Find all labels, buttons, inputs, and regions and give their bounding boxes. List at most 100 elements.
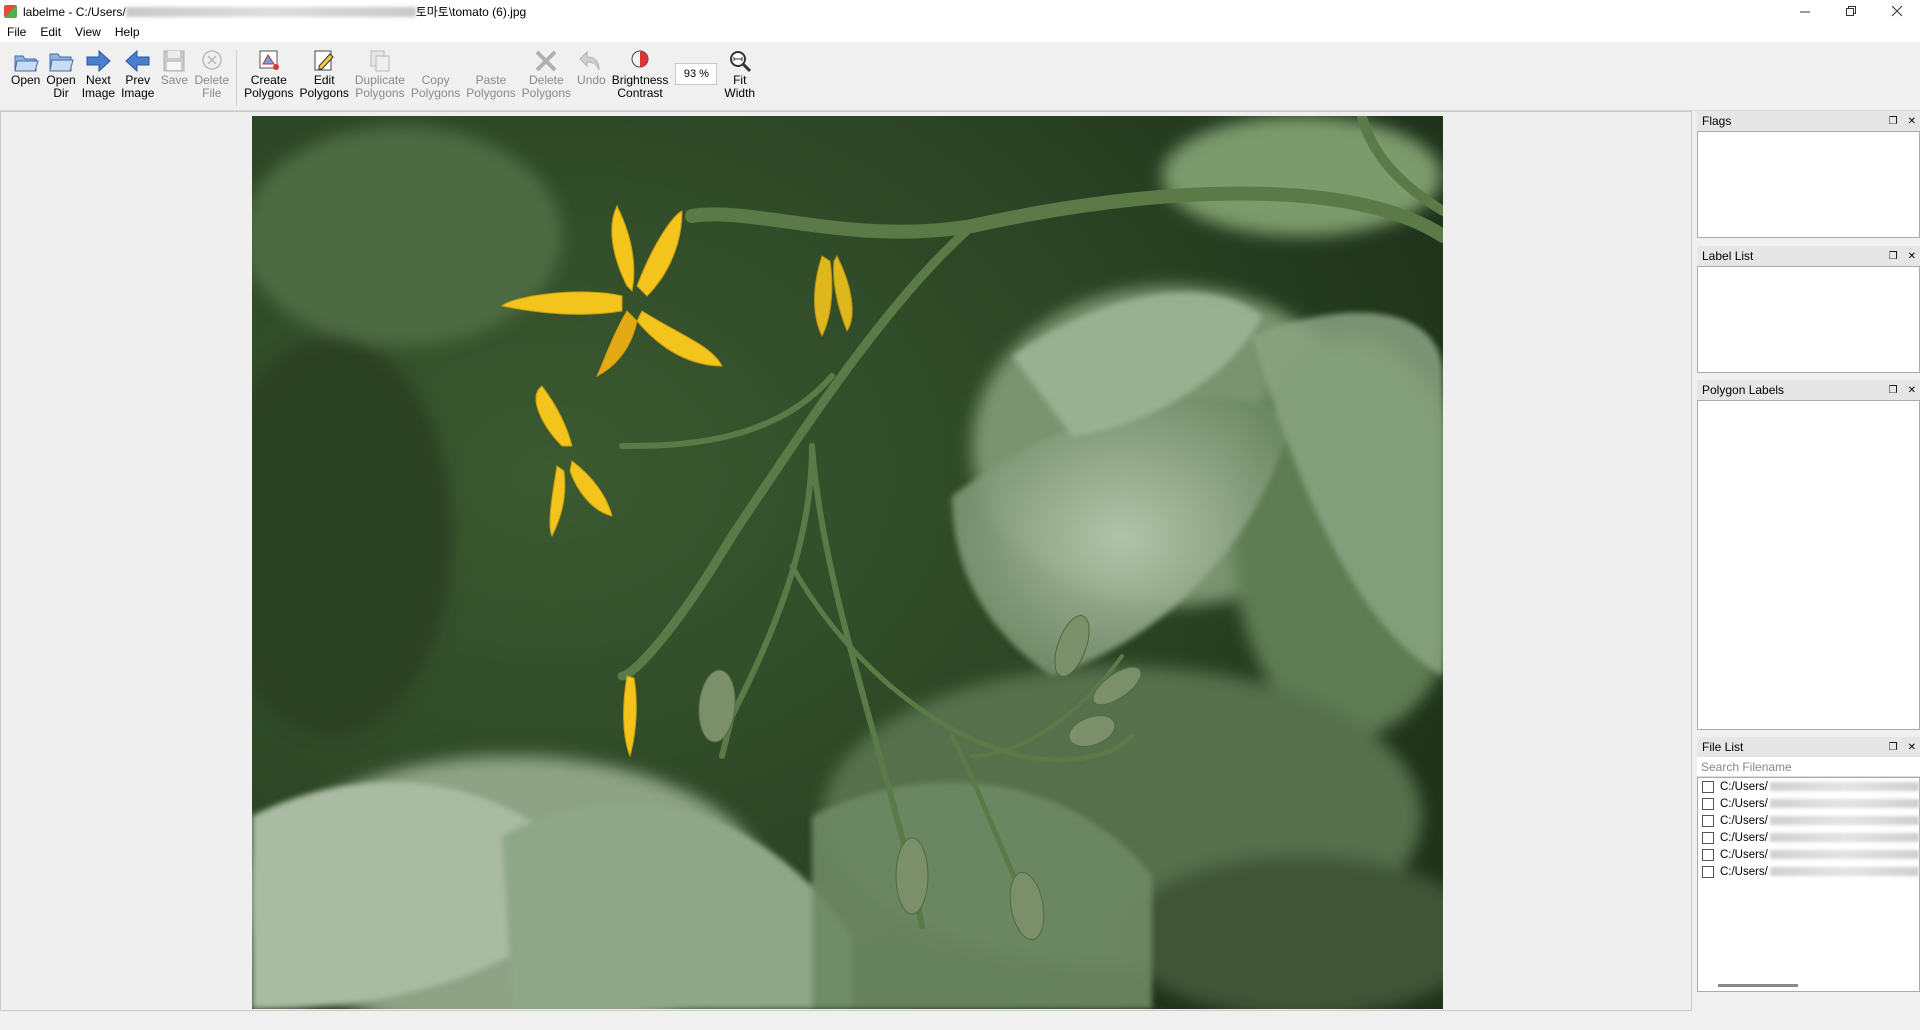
delete-polygons-label: Delete Polygons	[521, 73, 572, 100]
label-list-dock-title: Label List ❐ ✕	[1697, 246, 1920, 266]
duplicate-polygons-label: Duplicate Polygons	[354, 73, 405, 100]
float-icon[interactable]: ❐	[1889, 116, 1898, 127]
file-list[interactable]: C:/Users/ C:/Users/ C:/Users/ C:/Users/ …	[1697, 777, 1920, 992]
menu-file[interactable]: File	[0, 22, 33, 42]
tomato-plant-image	[252, 116, 1443, 1009]
close-icon	[1891, 5, 1902, 16]
close-icon[interactable]: ✕	[1908, 385, 1916, 396]
next-image-button[interactable]: Next Image	[82, 42, 115, 100]
brightness-contrast-label: Brightness Contrast	[611, 73, 669, 100]
close-icon[interactable]: ✕	[1908, 742, 1916, 753]
close-icon[interactable]: ✕	[1908, 251, 1916, 262]
file-checkbox[interactable]	[1702, 848, 1714, 861]
create-polygons-button[interactable]: Create Polygons	[244, 42, 294, 100]
open-label: Open	[11, 73, 41, 87]
flags-dock-title: Flags ❐ ✕	[1697, 111, 1920, 131]
file-path: C:/Users/	[1719, 780, 1768, 793]
edit-polygons-button[interactable]: Edit Polygons	[300, 42, 349, 100]
file-list-item[interactable]: C:/Users/	[1698, 863, 1919, 880]
file-checkbox[interactable]	[1702, 831, 1714, 844]
redacted-path	[1769, 867, 1919, 876]
file-checkbox[interactable]	[1702, 780, 1714, 793]
redacted-path	[1769, 850, 1919, 859]
redacted-path	[1769, 782, 1919, 791]
float-icon[interactable]: ❐	[1889, 742, 1898, 753]
file-list-item[interactable]: C:/Users/	[1698, 829, 1919, 846]
file-list-item[interactable]: C:/Users/	[1698, 812, 1919, 829]
flags-title: Flags	[1702, 114, 1732, 128]
file-checkbox[interactable]	[1702, 865, 1714, 878]
search-filename-input[interactable]	[1697, 757, 1920, 777]
zoom-level-input[interactable]: 93 %	[675, 63, 718, 85]
copy-polygons-button[interactable]: Copy Polygons	[411, 42, 460, 100]
brightness-contrast-button[interactable]: Brightness Contrast	[611, 42, 669, 100]
restore-icon	[1845, 5, 1856, 16]
polygon-labels-list[interactable]	[1697, 400, 1920, 730]
redacted-path	[1769, 833, 1919, 842]
flags-list[interactable]	[1697, 131, 1920, 238]
file-list-item[interactable]: C:/Users/	[1698, 846, 1919, 863]
menu-help[interactable]: Help	[108, 22, 147, 42]
delete-polygons-button[interactable]: Delete Polygons	[522, 42, 571, 100]
title-bar: labelme - C:/Users/토마토\tomato (6).jpg	[0, 0, 1920, 22]
redacted-path	[1769, 799, 1919, 808]
open-button[interactable]: Open	[11, 42, 40, 87]
file-list-item[interactable]: C:/Users/	[1698, 795, 1919, 812]
paste-polygons-button[interactable]: Paste Polygons	[466, 42, 515, 100]
tomato-photo	[252, 116, 1443, 1009]
arrow-left-icon	[125, 49, 150, 73]
save-button[interactable]: Save	[160, 42, 188, 87]
minimize-button[interactable]	[1782, 0, 1828, 22]
delete-file-button[interactable]: Delete File	[194, 42, 229, 100]
undo-label: Undo	[577, 73, 606, 87]
brightness-contrast-icon	[631, 50, 649, 68]
open-dir-label: Open Dir	[46, 73, 76, 100]
toolbar: Open Open Dir Next Image Prev Image Save…	[0, 42, 1920, 111]
label-list[interactable]	[1697, 266, 1920, 373]
horizontal-scrollbar[interactable]	[1718, 984, 1798, 987]
float-icon[interactable]: ❐	[1889, 251, 1898, 262]
file-path: C:/Users/	[1719, 865, 1768, 878]
float-icon[interactable]: ❐	[1889, 385, 1898, 396]
undo-button[interactable]: Undo	[577, 42, 606, 87]
next-image-label: Next Image	[81, 73, 116, 100]
minimize-icon	[1799, 11, 1810, 12]
copy-polygons-label: Copy Polygons	[410, 73, 461, 100]
redacted-path	[125, 7, 416, 18]
file-checkbox[interactable]	[1702, 814, 1714, 827]
undo-icon	[579, 50, 600, 71]
folder-open-icon	[49, 53, 74, 72]
window-title-suffix: 토마토\tomato (6).jpg	[415, 4, 527, 19]
prev-image-label: Prev Image	[121, 73, 155, 100]
arrow-right-icon	[86, 49, 112, 73]
polygon-labels-dock: Polygon Labels ❐ ✕	[1697, 380, 1920, 730]
open-dir-button[interactable]: Open Dir	[46, 42, 76, 100]
file-checkbox[interactable]	[1702, 797, 1714, 810]
prev-image-button[interactable]: Prev Image	[121, 42, 154, 100]
fit-width-label: Fit Width	[724, 73, 756, 100]
paste-polygons-label: Paste Polygons	[466, 73, 516, 100]
file-list-item[interactable]: C:/Users/	[1698, 778, 1919, 795]
close-window-button[interactable]	[1874, 0, 1920, 22]
fit-width-button[interactable]: Fit Width	[724, 42, 755, 100]
label-list-dock: Label List ❐ ✕	[1697, 246, 1920, 373]
menu-view[interactable]: View	[68, 22, 108, 42]
redacted-path	[1769, 816, 1919, 825]
restore-button[interactable]	[1828, 0, 1874, 22]
edit-pencil-icon	[314, 50, 334, 71]
duplicate-polygons-button[interactable]: Duplicate Polygons	[355, 42, 405, 100]
create-polygon-icon	[259, 50, 279, 70]
close-icon[interactable]: ✕	[1908, 116, 1916, 127]
folder-open-icon	[14, 55, 39, 72]
image-canvas[interactable]	[0, 111, 1692, 1011]
label-list-title: Label List	[1702, 249, 1754, 263]
zoom-fit-icon	[729, 51, 751, 73]
file-list-dock: File List ❐ ✕ C:/Users/ C:/Users/ C:/User…	[1697, 737, 1920, 992]
save-icon	[163, 50, 185, 72]
window-controls	[1782, 0, 1920, 22]
save-label: Save	[160, 73, 189, 87]
menu-edit[interactable]: Edit	[33, 22, 68, 42]
edit-polygons-label: Edit Polygons	[299, 73, 349, 100]
delete-x-icon	[535, 50, 557, 72]
file-path: C:/Users/	[1719, 848, 1768, 861]
